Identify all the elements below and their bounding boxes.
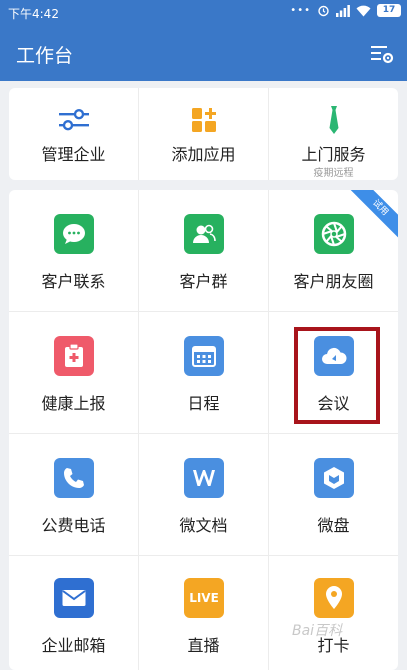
enterprise-mail-label: 企业邮箱	[41, 636, 106, 655]
onsite-service-label: 上门服务	[301, 145, 366, 164]
calendar-icon	[184, 336, 224, 376]
status-time: 下午4:42	[8, 7, 59, 21]
status-icons: ••• 17	[290, 4, 401, 17]
medical-clipboard-icon	[54, 336, 94, 376]
health-report-label: 健康上报	[41, 394, 106, 413]
battery-icon: 17	[377, 4, 401, 17]
live-item[interactable]: LIVE 直播	[139, 556, 268, 670]
alarm-icon	[318, 5, 329, 17]
wifi-icon	[356, 5, 371, 17]
phone-icon	[54, 458, 94, 498]
cube-drive-icon	[314, 458, 354, 498]
highlight-box	[294, 327, 380, 424]
customer-group-item[interactable]: 客户群	[139, 190, 268, 311]
page-title: 工作台	[16, 45, 74, 67]
quick-actions-card: 管理企业 添加应用 上门服务 疫期远程	[9, 88, 398, 180]
notification-dots-icon: •••	[290, 5, 311, 16]
customer-contact-item[interactable]: 客户联系	[9, 190, 138, 311]
sliders-icon	[54, 100, 94, 140]
app-bar: 工作台	[0, 25, 407, 81]
add-app-icon	[184, 100, 224, 140]
micro-drive-label: 微盘	[317, 516, 350, 535]
chat-bubble-icon	[54, 214, 94, 254]
aperture-icon	[314, 214, 354, 254]
micro-doc-label: 微文档	[179, 516, 228, 535]
health-report-item[interactable]: 健康上报	[9, 312, 138, 433]
mail-icon	[54, 578, 94, 618]
onsite-service-sublabel: 疫期远程	[313, 168, 354, 179]
customer-group-label: 客户群	[179, 272, 228, 291]
schedule-item[interactable]: 日程	[139, 312, 268, 433]
public-phone-label: 公费电话	[41, 516, 106, 535]
location-pin-icon	[314, 578, 354, 618]
customer-contact-label: 客户联系	[41, 272, 106, 291]
micro-drive-item[interactable]: 微盘	[269, 434, 398, 555]
check-in-item[interactable]: 打卡	[269, 556, 398, 670]
signal-icon	[336, 4, 350, 17]
tie-icon	[314, 100, 354, 140]
customer-moments-item[interactable]: 客户朋友圈	[269, 190, 398, 311]
add-app-item[interactable]: 添加应用	[139, 88, 268, 180]
live-label: 直播	[187, 636, 220, 655]
watermark: Bai百科	[292, 623, 343, 639]
live-icon: LIVE	[184, 578, 224, 618]
schedule-label: 日程	[187, 394, 220, 413]
manage-enterprise-label: 管理企业	[41, 145, 106, 164]
w-doc-icon	[184, 458, 224, 498]
micro-doc-item[interactable]: 微文档	[139, 434, 268, 555]
enterprise-mail-item[interactable]: 企业邮箱	[9, 556, 138, 670]
customer-moments-label: 客户朋友圈	[293, 272, 374, 291]
list-settings-icon[interactable]	[369, 41, 395, 67]
add-app-label: 添加应用	[171, 145, 236, 164]
status-bar: 下午4:42 ••• 17	[0, 0, 407, 25]
manage-enterprise-item[interactable]: 管理企业	[9, 88, 138, 180]
apps-card: 试用 客户联系 客户群 客户朋友圈 健康上报 日程 会议 公费电话 微文档 微盘…	[9, 190, 398, 670]
onsite-service-item[interactable]: 上门服务 疫期远程	[269, 88, 398, 180]
public-phone-item[interactable]: 公费电话	[9, 434, 138, 555]
group-icon	[184, 214, 224, 254]
